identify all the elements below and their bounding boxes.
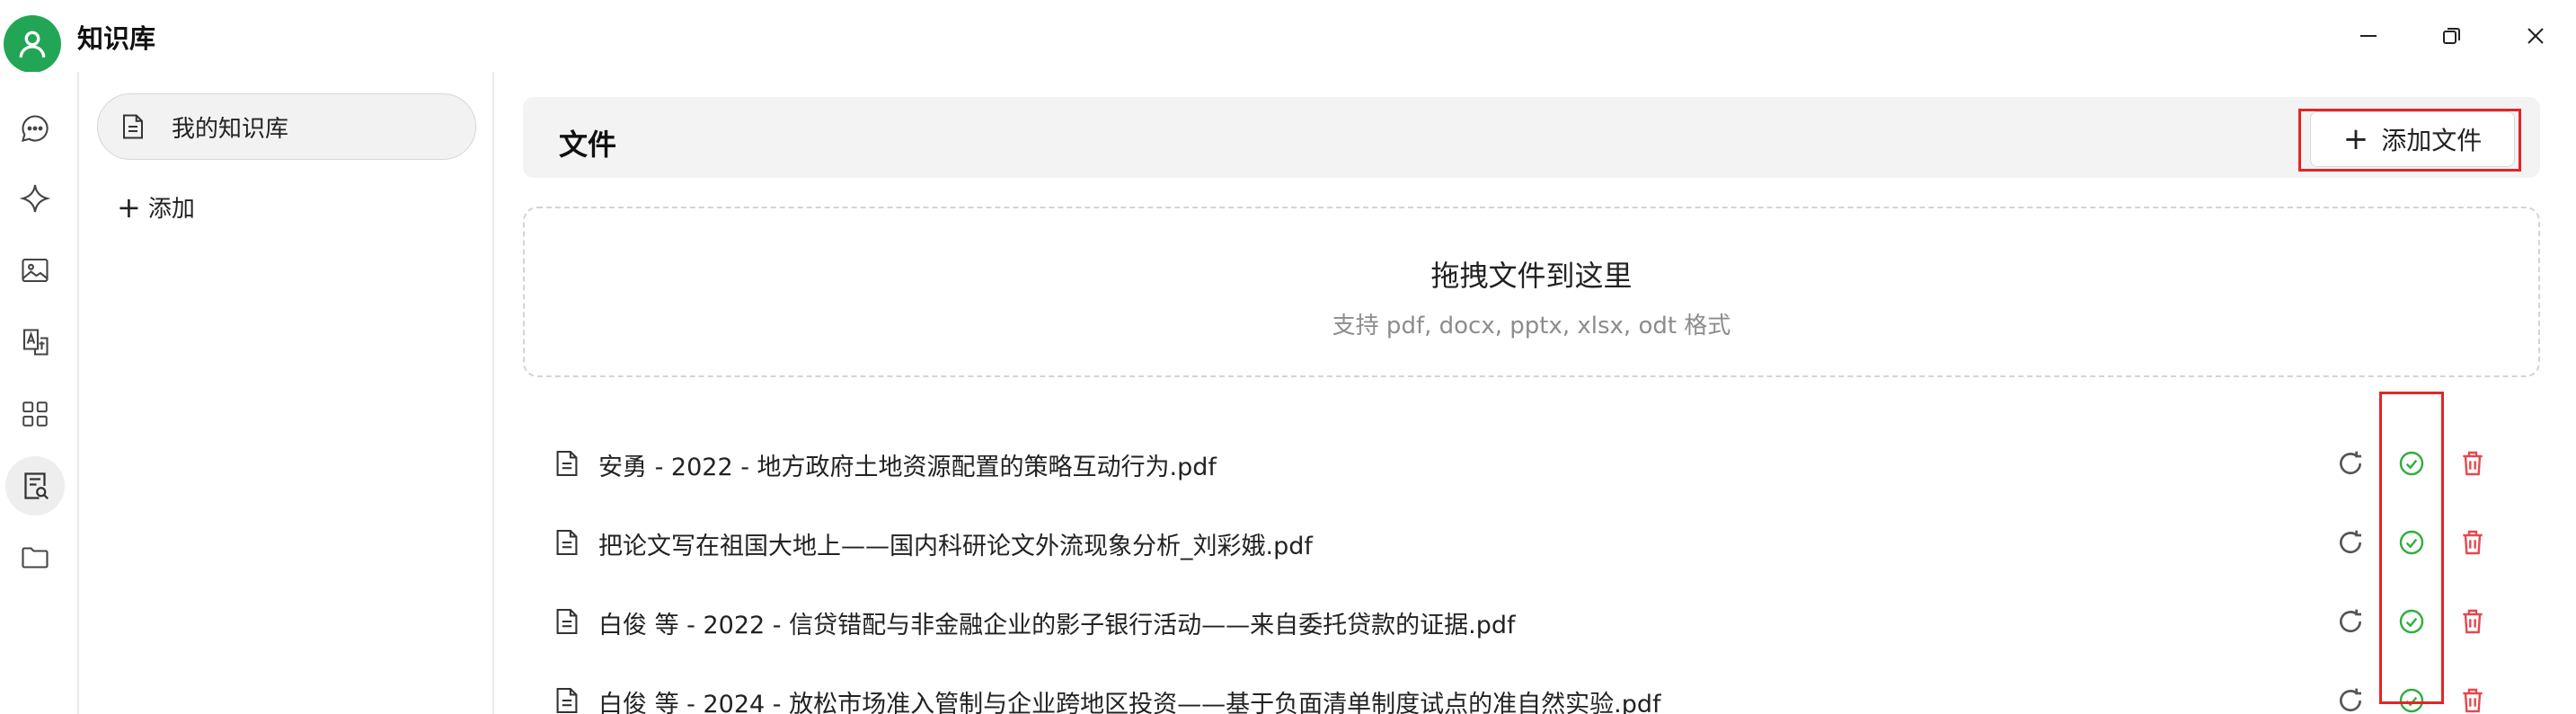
folder-icon bbox=[22, 547, 49, 569]
add-file-button[interactable]: + 添加文件 bbox=[2310, 111, 2515, 167]
file-dropzone[interactable]: 拖拽文件到这里 支持 pdf, docx, pptx, xlsx, odt 格式 bbox=[523, 207, 2540, 377]
status-success bbox=[2394, 445, 2430, 481]
restore-icon bbox=[2443, 28, 2460, 44]
file-name: 白俊 等 - 2024 - 放松市场准入管制与企业跨地区投资——基于负面清单制度… bbox=[598, 691, 1661, 714]
check-circle-icon bbox=[2399, 609, 2424, 634]
apps-grid-icon bbox=[22, 401, 48, 427]
refresh-icon bbox=[2340, 451, 2362, 475]
title-bar: 知识库 bbox=[0, 0, 2576, 73]
refresh-icon bbox=[2340, 688, 2362, 712]
chat-icon bbox=[22, 115, 49, 142]
file-icon bbox=[555, 607, 579, 639]
add-knowledge-base-button[interactable]: + 添加 bbox=[117, 190, 195, 224]
refresh-button[interactable] bbox=[2333, 604, 2368, 639]
file-icon bbox=[555, 449, 579, 481]
file-icon bbox=[555, 528, 579, 560]
file-name: 把论文写在祖国大地上——国内科研论文外流现象分析_刘彩娥.pdf bbox=[598, 533, 1313, 560]
restore-button[interactable] bbox=[2432, 16, 2472, 56]
check-circle-icon bbox=[2399, 530, 2424, 555]
minimize-icon bbox=[2360, 35, 2377, 37]
file-row: 白俊 等 - 2024 - 放松市场准入管制与企业跨地区投资——基于负面清单制度… bbox=[523, 661, 2540, 714]
sparkle-icon bbox=[19, 184, 51, 213]
minimize-button[interactable] bbox=[2349, 16, 2388, 56]
app-title: 知识库 bbox=[77, 23, 156, 54]
delete-button[interactable] bbox=[2455, 683, 2491, 714]
delete-button[interactable] bbox=[2455, 445, 2491, 481]
kb-item-label: 我的知识库 bbox=[172, 115, 289, 143]
trash-icon bbox=[2463, 451, 2483, 476]
refresh-icon bbox=[2340, 530, 2362, 554]
nav-images[interactable] bbox=[5, 241, 65, 300]
refresh-icon bbox=[2340, 609, 2362, 633]
trash-icon bbox=[2463, 609, 2483, 634]
main-content: 文件 + 添加文件 拖拽文件到这里 支持 pdf, docx, pptx, xl… bbox=[496, 72, 2576, 714]
dropzone-subtitle: 支持 pdf, docx, pptx, xlsx, odt 格式 bbox=[1332, 313, 1731, 339]
status-success bbox=[2394, 683, 2430, 714]
nav-iconbar bbox=[0, 72, 77, 714]
check-circle-icon bbox=[2399, 688, 2424, 713]
status-success bbox=[2394, 524, 2430, 560]
file-row: 把论文写在祖国大地上——国内科研论文外流现象分析_刘彩娥.pdf bbox=[523, 503, 2540, 582]
nav-chat[interactable] bbox=[5, 99, 65, 158]
trash-icon bbox=[2463, 530, 2483, 555]
nav-knowledge-base[interactable] bbox=[5, 456, 65, 516]
check-circle-icon bbox=[2399, 451, 2424, 476]
status-success bbox=[2394, 604, 2430, 639]
close-icon bbox=[2527, 28, 2544, 44]
nav-translate[interactable] bbox=[5, 313, 65, 372]
file-icon bbox=[555, 686, 579, 714]
refresh-button[interactable] bbox=[2333, 524, 2368, 560]
document-icon bbox=[121, 113, 152, 140]
files-header: 文件 + 添加文件 bbox=[523, 97, 2540, 178]
plus-icon: + bbox=[117, 190, 141, 225]
user-icon bbox=[19, 31, 46, 58]
delete-button[interactable] bbox=[2455, 604, 2491, 639]
plus-icon: + bbox=[2342, 121, 2369, 157]
close-window-button[interactable] bbox=[2516, 16, 2555, 56]
file-name: 白俊 等 - 2022 - 信贷错配与非金融企业的影子银行活动——来自委托贷款的… bbox=[598, 612, 1516, 639]
file-row: 安勇 - 2022 - 地方政府土地资源配置的策略互动行为.pdf bbox=[523, 424, 2540, 503]
add-file-label: 添加文件 bbox=[2381, 126, 2483, 155]
trash-icon bbox=[2463, 688, 2483, 713]
image-icon bbox=[22, 258, 49, 283]
knowledge-base-sidebar: 我的知识库 + 添加 bbox=[79, 72, 494, 714]
nav-files[interactable] bbox=[5, 528, 65, 587]
kb-item-my-knowledge-base[interactable]: 我的知识库 bbox=[97, 93, 476, 160]
file-name: 安勇 - 2022 - 地方政府土地资源配置的策略互动行为.pdf bbox=[598, 454, 1217, 481]
refresh-button[interactable] bbox=[2333, 445, 2368, 481]
nav-apps[interactable] bbox=[5, 384, 65, 444]
knowledge-base-icon bbox=[24, 472, 49, 500]
translate-icon bbox=[22, 329, 49, 356]
file-row: 白俊 等 - 2022 - 信贷错配与非金融企业的影子银行活动——来自委托贷款的… bbox=[523, 582, 2540, 661]
user-avatar[interactable] bbox=[4, 15, 61, 73]
add-kb-label: 添加 bbox=[147, 196, 195, 223]
delete-button[interactable] bbox=[2455, 524, 2491, 560]
dropzone-title: 拖拽文件到这里 bbox=[1430, 259, 1633, 293]
files-section-title: 文件 bbox=[559, 128, 617, 162]
refresh-button[interactable] bbox=[2333, 683, 2368, 714]
nav-agents[interactable] bbox=[5, 169, 65, 228]
